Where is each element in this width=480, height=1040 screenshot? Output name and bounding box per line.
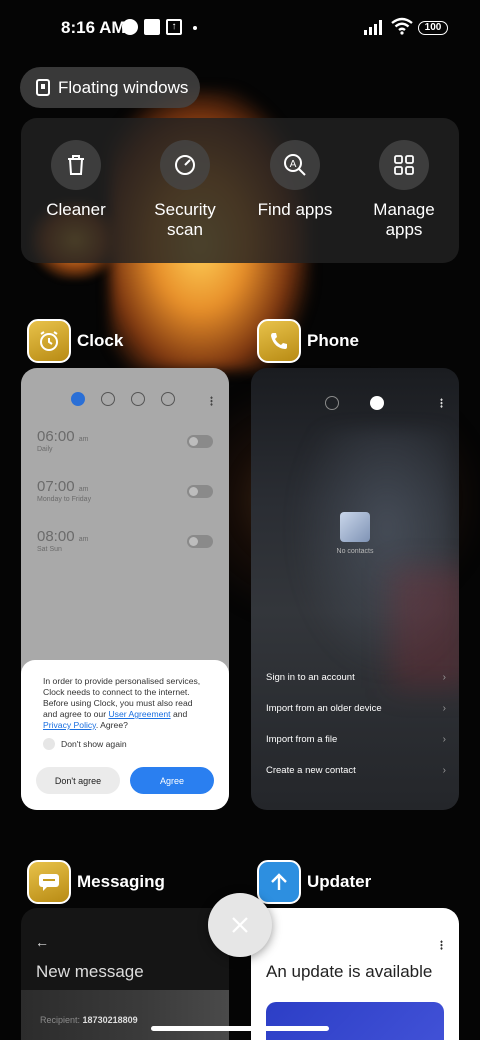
messaging-app-header[interactable]: Messaging — [27, 860, 165, 904]
more-options-icon[interactable] — [210, 396, 213, 406]
updater-app-header[interactable]: Updater — [257, 860, 371, 904]
more-options-icon[interactable] — [440, 398, 443, 408]
floating-windows-label: Floating windows — [58, 77, 189, 97]
alarm-repeat: Sat Sun — [37, 546, 62, 553]
recipient-value: 18730218809 — [82, 1015, 138, 1025]
alarm-tab-icon[interactable] — [71, 392, 85, 406]
updater-app-card[interactable]: An update is available — [251, 908, 459, 1040]
battery-icon: 100 — [418, 21, 448, 35]
clock-app-header[interactable]: Clock — [27, 319, 123, 363]
chevron-right-icon: › — [442, 765, 446, 776]
floating-windows-button[interactable]: Floating windows — [20, 67, 200, 108]
alarm-toggle[interactable] — [187, 535, 213, 548]
user-agreement-link[interactable]: User Agreement — [108, 709, 170, 719]
notification-app-icon — [122, 19, 138, 35]
clock-app-name: Clock — [77, 331, 124, 350]
alarm-toggle[interactable] — [187, 435, 213, 448]
find-apps-label: Find apps — [257, 200, 333, 219]
update-banner-image — [266, 1002, 444, 1040]
phone-app-header[interactable]: Phone — [257, 319, 359, 363]
clear-all-button[interactable] — [208, 893, 272, 957]
contacts-empty-icon — [340, 512, 370, 542]
manage-apps-label: Manage apps — [373, 200, 435, 239]
clock-app-icon — [27, 319, 71, 363]
wifi-icon — [391, 17, 413, 35]
grid-icon — [379, 140, 429, 190]
phone-app-icon — [257, 319, 301, 363]
internet-consent-dialog: In order to provide personalised service… — [21, 660, 229, 810]
trash-icon — [51, 140, 101, 190]
back-arrow-icon[interactable]: ← — [35, 934, 49, 950]
home-gesture-bar[interactable] — [151, 1026, 329, 1031]
find-apps-tool[interactable]: A Find apps — [245, 140, 345, 220]
recipient-field[interactable]: Recipient: 18730218809 — [40, 1015, 138, 1025]
notification-update-icon: ↑ — [166, 19, 182, 35]
alarm-item[interactable]: 06:00 am Daily — [37, 428, 88, 453]
security-scan-tool[interactable]: Security scan — [135, 140, 235, 240]
recents-tab-icon[interactable] — [325, 396, 339, 410]
chevron-right-icon: › — [442, 734, 446, 745]
floating-window-icon — [36, 79, 50, 96]
alarm-toggle[interactable] — [187, 485, 213, 498]
import-older-device-row[interactable]: Import from an older device › — [266, 703, 446, 714]
messaging-app-card[interactable]: ← New message Recipient: 18730218809 — [21, 908, 229, 1040]
security-scan-icon — [160, 140, 210, 190]
import-file-row[interactable]: Import from a file › — [266, 734, 446, 745]
alarm-repeat: Daily — [37, 446, 53, 453]
create-contact-row[interactable]: Create a new contact › — [266, 765, 446, 776]
quick-tools-panel: Cleaner Security scan A Find apps Manage… — [21, 118, 459, 263]
cleaner-label: Cleaner — [46, 200, 106, 219]
new-message-title: New message — [36, 962, 144, 981]
more-options-icon[interactable] — [440, 940, 443, 950]
alarm-item[interactable]: 08:00 am Sat Sun — [37, 528, 88, 553]
alarm-item[interactable]: 07:00 am Monday to Friday — [37, 478, 91, 503]
find-apps-icon: A — [270, 140, 320, 190]
alarm-time: 08:00 — [37, 528, 75, 545]
update-available-title: An update is available — [266, 962, 433, 981]
alarm-time: 06:00 — [37, 428, 75, 445]
sign-in-account-row[interactable]: Sign in to an account › — [266, 672, 446, 683]
messaging-app-icon — [27, 860, 71, 904]
status-time: 8:16 AM — [61, 18, 126, 37]
no-contacts-label: No contacts — [336, 548, 374, 555]
updater-app-icon — [257, 860, 301, 904]
security-scan-label: Security scan — [154, 200, 216, 239]
close-icon — [232, 917, 248, 933]
timer-tab-icon[interactable] — [161, 392, 175, 406]
phone-app-name: Phone — [307, 331, 359, 350]
dont-show-again-label: Don't show again — [61, 739, 127, 749]
stopwatch-tab-icon[interactable] — [131, 392, 145, 406]
privacy-policy-link[interactable]: Privacy Policy — [43, 720, 96, 730]
contacts-tab-icon[interactable] — [370, 396, 384, 410]
alarm-ampm: am — [78, 436, 89, 443]
status-bar: 8:16 AM ↑ 100 — [0, 0, 480, 56]
more-notifications-dot-icon — [193, 26, 197, 30]
cleaner-tool[interactable]: Cleaner — [26, 140, 126, 220]
phone-app-card[interactable]: No contacts Sign in to an account › Impor… — [251, 368, 459, 810]
alarm-ampm: am — [78, 486, 89, 493]
alarm-time: 07:00 — [37, 478, 75, 495]
notification-square-icon — [144, 19, 160, 35]
dont-show-again-checkbox[interactable] — [43, 738, 55, 750]
messaging-app-name: Messaging — [77, 872, 165, 891]
dont-agree-button[interactable]: Don't agree — [36, 767, 120, 794]
clock-app-card[interactable]: 06:00 am Daily 07:00 am Monday to Friday… — [21, 368, 229, 810]
chevron-right-icon: › — [442, 703, 446, 714]
clock-tabs — [71, 392, 175, 406]
agree-button[interactable]: Agree — [130, 767, 214, 794]
updater-app-name: Updater — [307, 872, 372, 891]
alarm-ampm: am — [78, 536, 89, 543]
chevron-right-icon: › — [442, 672, 446, 683]
world-clock-tab-icon[interactable] — [101, 392, 115, 406]
dialog-message: In order to provide personalised service… — [43, 676, 201, 730]
manage-apps-tool[interactable]: Manage apps — [354, 140, 454, 240]
alarm-repeat: Monday to Friday — [37, 496, 92, 503]
signal-icon — [364, 20, 382, 35]
dont-show-again-option[interactable]: Don't show again — [43, 738, 207, 750]
svg-text:A: A — [290, 159, 297, 170]
